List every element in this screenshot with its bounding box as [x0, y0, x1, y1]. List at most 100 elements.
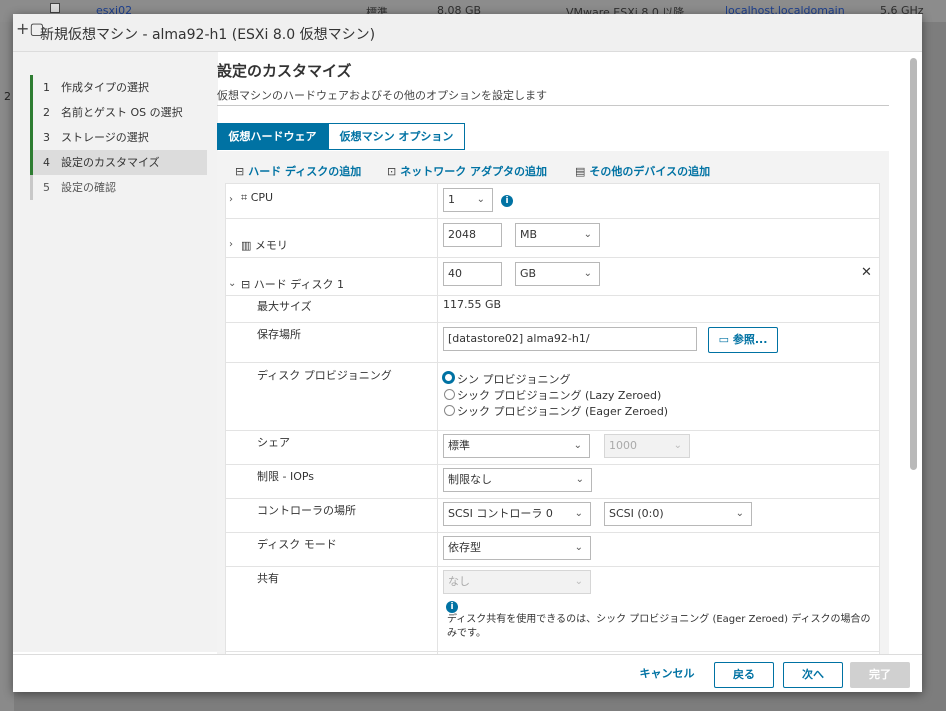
- chevron-down-icon: ⌄: [574, 508, 583, 519]
- row-divider: [226, 464, 879, 465]
- chevron-down-icon: ⌄: [735, 508, 744, 519]
- shares-number-select: 1000 ⌄: [604, 434, 690, 458]
- bg-left-number: 2: [4, 90, 11, 103]
- shares-label: シェア: [257, 436, 290, 449]
- chevron-down-icon: ⌄: [583, 268, 592, 279]
- add-network-adapter-label: ネットワーク アダプタの追加: [400, 165, 548, 178]
- grid-column-divider: [437, 184, 438, 654]
- limit-iops-label: 制限 - IOPs: [257, 470, 315, 483]
- memory-label: ▥ メモリ: [241, 237, 288, 253]
- cpu-label: ⌗ CPU: [241, 191, 273, 205]
- disk-collapse-chevron-icon[interactable]: ⌄: [228, 278, 236, 289]
- back-button[interactable]: 戻る: [714, 662, 774, 688]
- memory-unit-value: MB: [520, 228, 538, 241]
- chevron-down-icon: ⌄: [575, 474, 584, 485]
- folder-icon: ▭: [718, 333, 733, 346]
- radio-thick-lazy-label: シック プロビジョニング (Lazy Zeroed): [457, 389, 662, 402]
- step-1[interactable]: 1 作成タイプの選択: [30, 75, 207, 100]
- shares-number-value: 1000: [609, 439, 637, 452]
- provisioning-label: ディスク プロビジョニング: [257, 369, 392, 382]
- radio-thick-eager-label: シック プロビジョニング (Eager Zeroed): [457, 405, 669, 418]
- device-icon: ▤: [575, 165, 586, 178]
- chevron-down-icon: ⌄: [673, 440, 682, 451]
- cpu-label-text: CPU: [250, 191, 274, 204]
- cpu-chip-icon: ⌗: [241, 191, 251, 204]
- finish-button: 完了: [850, 662, 910, 688]
- limit-iops-select[interactable]: 制限なし ⌄: [443, 468, 592, 492]
- row-divider: [226, 322, 879, 323]
- controller-label: コントローラの場所: [257, 504, 356, 517]
- disk-mode-select[interactable]: 依存型 ⌄: [443, 536, 591, 560]
- row-divider: [226, 362, 879, 363]
- row-divider: [226, 651, 879, 652]
- row-divider: [226, 430, 879, 431]
- controller-slot-select[interactable]: SCSI (0:0) ⌄: [604, 502, 752, 526]
- row-divider: [226, 295, 879, 296]
- disk-mode-value: 依存型: [448, 541, 481, 554]
- step-4[interactable]: 4 設定のカスタマイズ: [30, 150, 207, 175]
- limit-iops-value: 制限なし: [448, 473, 492, 486]
- radio-thin-label: シン プロビジョニング: [457, 373, 571, 386]
- disk-unit-value: GB: [520, 267, 537, 280]
- sharing-select: なし ⌄: [443, 570, 591, 594]
- sharing-note: ディスク共有を使用できるのは、シック プロビジョニング (Eager Zeroe…: [447, 614, 871, 639]
- row-divider: [226, 498, 879, 499]
- location-label: 保存場所: [257, 328, 301, 341]
- chevron-down-icon: ⌄: [476, 194, 485, 205]
- tab-virtual-hardware[interactable]: 仮想ハードウェア: [217, 123, 328, 150]
- location-input[interactable]: [datastore02] alma92-h1/: [443, 327, 697, 351]
- add-network-adapter-button[interactable]: ⊡ ネットワーク アダプタの追加: [387, 163, 547, 179]
- background-left-strip: 2: [0, 22, 14, 711]
- browse-button[interactable]: ▭ 参照...: [708, 327, 778, 353]
- step-2[interactable]: 2 名前とゲスト OS の選択: [30, 100, 207, 125]
- network-adapter-icon: ⊡: [387, 165, 397, 178]
- add-other-device-button[interactable]: ▤ その他のデバイスの追加: [575, 163, 710, 179]
- page-title: 設定のカスタマイズ: [217, 62, 352, 80]
- cpu-info-icon[interactable]: i: [501, 195, 513, 207]
- row-divider: [226, 566, 879, 567]
- hard-disk-icon: ⊟: [241, 278, 254, 291]
- memory-unit-select[interactable]: MB ⌄: [515, 223, 600, 247]
- add-other-device-label: その他のデバイスの追加: [589, 165, 711, 178]
- add-hard-disk-label: ハード ディスクの追加: [248, 165, 362, 178]
- memory-size-input[interactable]: 2048: [443, 223, 502, 247]
- radio-thick-lazy[interactable]: [444, 389, 455, 400]
- add-hard-disk-button[interactable]: ⊟ ハード ディスクの追加: [235, 163, 361, 179]
- step-3[interactable]: 3 ストレージの選択: [30, 125, 207, 150]
- max-size-label: 最大サイズ: [257, 300, 312, 313]
- page-subtitle: 仮想マシンのハードウェアおよびその他のオプションを設定します: [217, 89, 547, 102]
- content-scrollbar[interactable]: [910, 58, 917, 470]
- row-divider: [226, 218, 879, 219]
- disk-label-text: ハード ディスク 1: [253, 278, 344, 291]
- cpu-select[interactable]: 1 ⌄: [443, 188, 493, 212]
- sharing-info-icon: i: [446, 601, 458, 613]
- radio-thick-eager[interactable]: [444, 405, 455, 416]
- controller-slot-value: SCSI (0:0): [609, 507, 664, 520]
- chevron-down-icon: ⌄: [583, 229, 592, 240]
- title-divider: [217, 105, 889, 106]
- shares-select-value: 標準: [448, 439, 470, 452]
- radio-thin-provisioning[interactable]: [442, 371, 455, 384]
- disk-mode-label: ディスク モード: [257, 538, 337, 551]
- new-vm-dialog: +▢ 新規仮想マシン - alma92-h1 (ESXi 8.0 仮想マシン) …: [13, 14, 922, 692]
- wizard-steps: 1 作成タイプの選択 2 名前とゲスト OS の選択 3 ストレージの選択 4 …: [13, 52, 218, 652]
- next-button[interactable]: 次へ: [783, 662, 843, 688]
- disk-size-input[interactable]: 40: [443, 262, 502, 286]
- disk-unit-select[interactable]: GB ⌄: [515, 262, 600, 286]
- cancel-button[interactable]: キャンセル: [631, 662, 703, 688]
- hard-disk-icon: ⊟: [235, 165, 245, 178]
- memory-expand-chevron-icon[interactable]: ›: [229, 239, 233, 250]
- remove-disk-close-icon[interactable]: ✕: [861, 265, 872, 280]
- row-divider: [226, 532, 879, 533]
- controller-select[interactable]: SCSI コントローラ 0 ⌄: [443, 502, 591, 526]
- chevron-down-icon: ⌄: [573, 440, 582, 451]
- row-divider: [226, 257, 879, 258]
- tab-vm-options[interactable]: 仮想マシン オプション: [328, 123, 465, 150]
- dialog-title: 新規仮想マシン - alma92-h1 (ESXi 8.0 仮想マシン): [40, 27, 376, 43]
- shares-select[interactable]: 標準 ⌄: [443, 434, 590, 458]
- max-size-value: 117.55 GB: [443, 298, 502, 311]
- dialog-header: +▢ 新規仮想マシン - alma92-h1 (ESXi 8.0 仮想マシン): [13, 14, 922, 52]
- cpu-expand-chevron-icon[interactable]: ›: [229, 194, 233, 205]
- disk-label: ⊟ ハード ディスク 1: [241, 276, 344, 292]
- controller-select-value: SCSI コントローラ 0: [448, 507, 553, 520]
